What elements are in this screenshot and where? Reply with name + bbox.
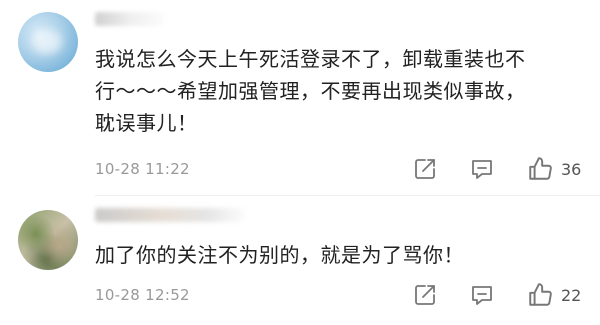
comment-text-line: 加了你的关注不为别的，就是为了骂你！ [95,243,464,267]
comment-text-line: 行～～～希望加强管理，不要再出现类似事故， [95,79,526,103]
reply-button[interactable] [470,283,494,307]
avatar[interactable] [18,210,78,270]
comment-item: 加了你的关注不为别的，就是为了骂你！ 10-28 12:52 22 [0,196,600,325]
thumbs-up-icon [529,283,552,306]
share-icon [415,159,435,179]
comment-item: 我说怎么今天上午死活登录不了，卸载重装也不 行～～～希望加强管理，不要再出现类似… [0,0,600,196]
share-button[interactable] [413,157,437,181]
thumbs-up-icon [529,157,552,180]
like-count: 22 [561,285,582,305]
comment-text-line: 耽误事儿！ [95,111,198,135]
avatar[interactable] [18,12,78,72]
reply-button[interactable] [470,157,494,181]
comment-timestamp: 10-28 12:52 [95,286,190,304]
username[interactable] [95,12,165,26]
share-button[interactable] [413,283,437,307]
comment-text: 我说怎么今天上午死活登录不了，卸载重装也不 行～～～希望加强管理，不要再出现类似… [95,43,590,139]
comment-text-line: 我说怎么今天上午死活登录不了，卸载重装也不 [95,47,526,71]
comment-timestamp: 10-28 11:22 [95,160,190,178]
like-button[interactable]: 36 [527,156,581,182]
comment-icon [472,160,492,179]
comment-icon [472,286,492,305]
comment-text: 加了你的关注不为别的，就是为了骂你！ [95,239,590,271]
username[interactable] [95,208,245,222]
like-count: 36 [561,159,582,179]
share-icon [415,285,435,305]
like-button[interactable]: 22 [527,282,581,308]
